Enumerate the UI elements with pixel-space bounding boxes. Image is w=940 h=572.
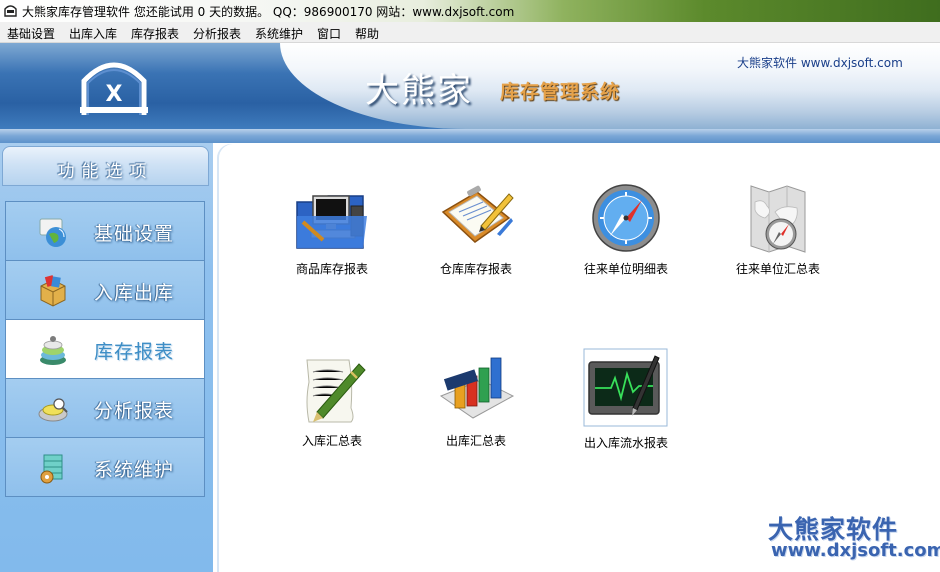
sidebar-nav: 基础设置 入库出库 库存报表 分析报表 系统维护 [5, 201, 205, 497]
globe-settings-icon [39, 218, 66, 247]
sidebar-title: 功能选项 [57, 162, 154, 182]
report-warehouse-inventory[interactable]: 仓库库存报表 [416, 182, 536, 277]
report-product-inventory[interactable]: 商品库存报表 [272, 182, 392, 277]
sidebar-item-inventory-reports[interactable]: 库存报表 [5, 320, 205, 379]
stack-icon [40, 336, 66, 365]
company-logo-icon: X [80, 62, 148, 115]
menu-basic-settings[interactable]: 基础设置 [7, 25, 55, 42]
report-label: 出库汇总表 [445, 434, 506, 448]
sidebar-item-label: 分析报表 [94, 400, 175, 422]
window-title: 大熊家库存管理软件 您还能试用 0 天的数据。 QQ：986900170 网站：… [22, 5, 515, 19]
menu-analysis-reports[interactable]: 分析报表 [193, 25, 241, 42]
computer-folder-icon [296, 195, 367, 249]
watermark-url: www.dxjsoft.com [771, 540, 940, 561]
menu-inventory-reports[interactable]: 库存报表 [131, 25, 179, 42]
sidebar-header: 功能选项 [2, 146, 209, 186]
report-label: 往来单位汇总表 [735, 262, 820, 276]
menu-bar: 基础设置 出库入库 库存报表 分析报表 系统维护 窗口 帮助 [0, 22, 940, 43]
report-label: 商品库存报表 [295, 262, 368, 276]
document-pen-icon [306, 359, 366, 423]
map-compass-icon [750, 185, 806, 253]
bar-chart-icon [439, 357, 515, 419]
report-stock-in-summary[interactable]: 入库汇总表 [272, 352, 392, 449]
menu-system-maintenance[interactable]: 系统维护 [255, 25, 303, 42]
site-link[interactable]: 大熊家软件 www.dxjsoft.com [737, 54, 903, 71]
analysis-icon [38, 398, 68, 422]
brand-name: 大熊家 [365, 71, 473, 111]
menu-window[interactable]: 窗口 [317, 25, 341, 42]
clipboard-pencil-icon [441, 185, 514, 243]
report-label: 出入库流水报表 [583, 436, 668, 450]
sidebar-item-label: 系统维护 [94, 459, 175, 481]
sidebar-item-system-maintenance[interactable]: 系统维护 [5, 438, 205, 497]
box-icon [40, 275, 66, 307]
sidebar-item-basic-settings[interactable]: 基础设置 [5, 201, 205, 261]
report-label: 入库汇总表 [301, 434, 362, 448]
sidebar-item-stock-in-out[interactable]: 入库出库 [5, 261, 205, 320]
system-subtitle: 库存管理系统 [500, 81, 621, 103]
sidebar-item-label: 基础设置 [94, 223, 175, 245]
sidebar-item-label: 入库出库 [94, 282, 175, 304]
sidebar-item-analysis-reports[interactable]: 分析报表 [5, 379, 205, 438]
sidebar: 功能选项 基础设置 入库出库 库存报表 分析报表 系统维护 [0, 143, 213, 572]
monitor-pen-icon [583, 348, 668, 427]
banner-stripe [0, 129, 940, 143]
title-bar: 大熊家库存管理软件 您还能试用 0 天的数据。 QQ：986900170 网站：… [0, 0, 940, 22]
maintenance-icon [40, 454, 63, 484]
report-partner-summary[interactable]: 往来单位汇总表 [718, 182, 838, 277]
sidebar-item-label: 库存报表 [94, 341, 175, 363]
report-stock-flow[interactable]: 出入库流水报表 [566, 348, 686, 451]
report-label: 往来单位明细表 [583, 262, 668, 276]
menu-stock-in-out[interactable]: 出库入库 [69, 25, 117, 42]
menu-help[interactable]: 帮助 [355, 25, 379, 42]
report-partner-detail[interactable]: 往来单位明细表 [566, 182, 686, 277]
header-banner: X 大熊家 库存管理系统 大熊家软件 www.dxjsoft.com [0, 43, 940, 129]
app-icon[interactable] [3, 3, 18, 18]
report-stock-out-summary[interactable]: 出库汇总表 [416, 352, 536, 449]
compass-icon [592, 184, 660, 252]
main-panel: 商品库存报表 仓库库存报表 往来单位明细表 往来单位汇总表 入库汇总表 出库汇总… [219, 144, 940, 572]
report-label: 仓库库存报表 [439, 262, 512, 276]
svg-text:X: X [106, 82, 123, 107]
